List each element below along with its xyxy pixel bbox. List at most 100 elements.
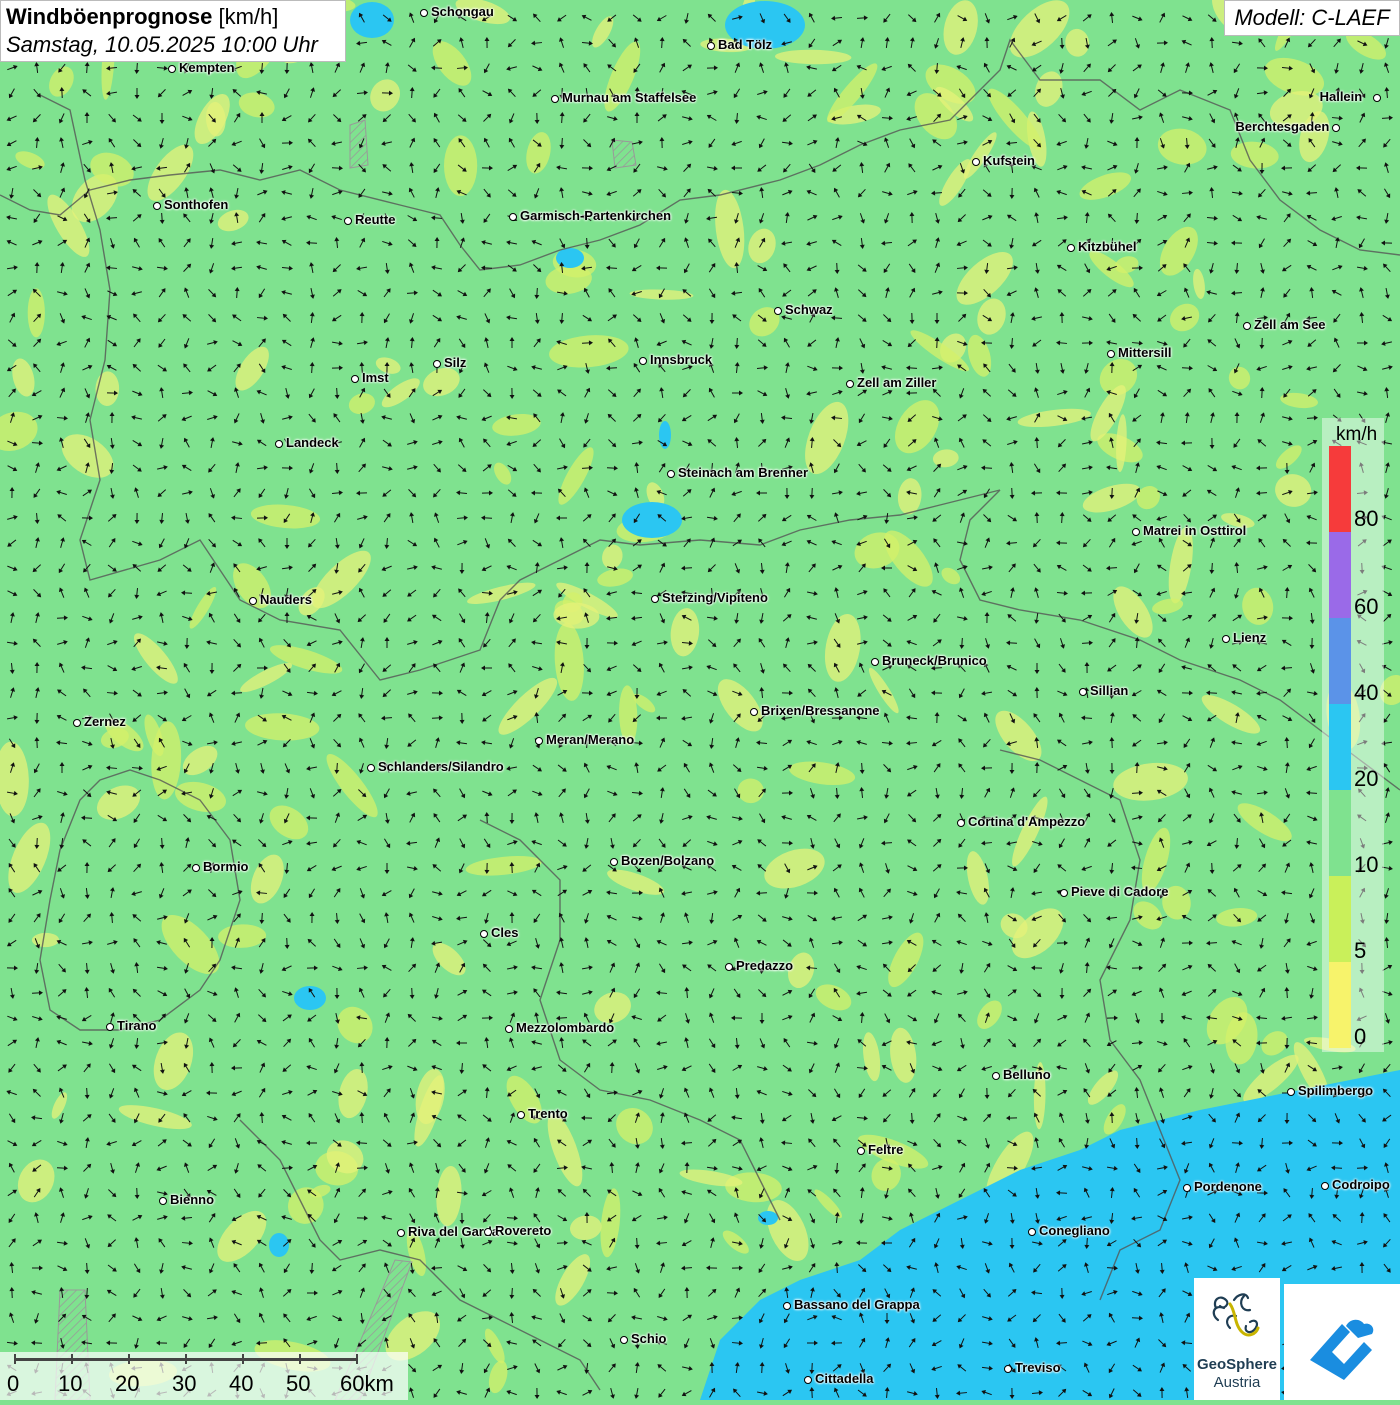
app-arrow-icon — [1284, 1284, 1400, 1400]
city-marker — [774, 307, 782, 315]
geosphere-logo[interactable]: GeoSphere Austria — [1194, 1278, 1280, 1400]
city-label: Innsbruck — [650, 353, 712, 367]
city-label: Kufstein — [983, 154, 1035, 168]
city-marker — [433, 360, 441, 368]
scale-tick — [356, 1354, 358, 1364]
city-label: Kitzbühel — [1078, 240, 1137, 254]
city-marker — [1222, 635, 1230, 643]
city-label: Cortina d'Ampezzo — [968, 815, 1085, 829]
city-label: Kempten — [179, 61, 235, 75]
scale-label: 20 — [115, 1372, 139, 1396]
city-marker — [846, 380, 854, 388]
scale-label: 40 — [229, 1372, 253, 1396]
city-label: Rovereto — [495, 1224, 551, 1238]
city-label: Landeck — [286, 436, 339, 450]
city-label: Spilimbergo — [1298, 1084, 1373, 1098]
city-marker — [620, 1336, 628, 1344]
city-marker — [1287, 1088, 1295, 1096]
city-marker — [1183, 1184, 1191, 1192]
legend-swatch-0-5 — [1329, 962, 1351, 1048]
scale-label: 50 — [286, 1372, 310, 1396]
city-label: Zell am Ziller — [857, 376, 936, 390]
app-logo[interactable] — [1284, 1284, 1400, 1400]
legend-swatch-10-20 — [1329, 790, 1351, 876]
city-label: Schlanders/Silandro — [378, 760, 504, 774]
city-label: Mittersill — [1118, 346, 1171, 360]
city-marker — [1107, 350, 1115, 358]
scale-label: 60km — [340, 1372, 394, 1396]
city-marker — [1132, 528, 1140, 536]
city-label: Matrei in Osttirol — [1143, 524, 1246, 538]
city-label: Zernez — [84, 715, 126, 729]
city-label: Brixen/Bressanone — [761, 704, 880, 718]
scale-tick — [128, 1354, 130, 1364]
city-label: Predazzo — [736, 959, 793, 973]
legend-swatch-80-plus — [1329, 446, 1351, 532]
city-label: Zell am See — [1254, 318, 1326, 332]
city-marker — [1373, 94, 1381, 102]
city-label: Steinach am Brenner — [678, 466, 808, 480]
city-marker — [480, 930, 488, 938]
city-label: Bormio — [203, 860, 249, 874]
city-label: Bienno — [170, 1193, 214, 1207]
gust-patch — [28, 288, 45, 337]
city-label: Sterzing/Vipiteno — [662, 591, 768, 605]
title-box: Windböenprognose [km/h] Samstag, 10.05.2… — [0, 0, 346, 62]
city-marker — [1067, 244, 1075, 252]
scale-label: 10 — [58, 1372, 82, 1396]
scale-label: 30 — [172, 1372, 196, 1396]
city-marker — [153, 202, 161, 210]
city-label: Tirano — [117, 1019, 157, 1033]
city-label: Bozen/Bolzano — [621, 854, 714, 868]
city-marker — [344, 217, 352, 225]
scale-tick — [71, 1354, 73, 1364]
city-marker — [551, 95, 559, 103]
city-label: Garmisch-Partenkirchen — [520, 209, 671, 223]
city-label: Sillian — [1090, 684, 1128, 698]
city-marker — [783, 1302, 791, 1310]
city-marker — [351, 375, 359, 383]
city-marker — [106, 1023, 114, 1031]
city-marker — [275, 440, 283, 448]
city-label: Cittadella — [815, 1372, 874, 1386]
legend-tick: 10 — [1354, 854, 1378, 876]
scale-bar: 0 10 20 30 40 50 60km — [0, 1352, 408, 1400]
city-marker — [1004, 1365, 1012, 1373]
city-label: Cles — [491, 926, 518, 940]
city-marker — [871, 658, 879, 666]
city-label: Meran/Merano — [546, 733, 634, 747]
legend-tick: 5 — [1354, 940, 1366, 962]
model-label: Modell: C-LAEF — [1224, 0, 1400, 36]
city-label: Pordenone — [1194, 1180, 1262, 1194]
scale-tick — [299, 1354, 301, 1364]
city-marker — [639, 357, 647, 365]
city-marker — [610, 858, 618, 866]
city-marker — [750, 708, 758, 716]
city-marker — [367, 764, 375, 772]
scale-tick — [242, 1354, 244, 1364]
city-marker — [957, 819, 965, 827]
legend-tick: 60 — [1354, 596, 1378, 618]
city-marker — [73, 719, 81, 727]
city-marker — [667, 470, 675, 478]
gust-patch — [444, 135, 477, 196]
city-marker — [420, 9, 428, 17]
legend-unit: km/h — [1336, 424, 1377, 446]
city-marker — [992, 1072, 1000, 1080]
city-label: Schio — [631, 1332, 666, 1346]
legend-swatch-40-60 — [1329, 618, 1351, 704]
city-marker — [159, 1197, 167, 1205]
city-marker — [484, 1228, 492, 1236]
city-marker — [509, 213, 517, 221]
legend-swatch-5-10 — [1329, 876, 1351, 962]
legend-tick: 20 — [1354, 768, 1378, 790]
city-marker — [857, 1147, 865, 1155]
scale-label: 0 — [7, 1372, 19, 1396]
legend: km/h 80 60 40 20 10 5 0 — [1322, 418, 1384, 1052]
city-label: Treviso — [1015, 1361, 1061, 1375]
city-label: Feltre — [868, 1143, 903, 1157]
city-label: Imst — [362, 371, 389, 385]
city-marker — [168, 65, 176, 73]
city-label: Berchtesgaden — [1235, 120, 1329, 134]
city-marker — [505, 1025, 513, 1033]
